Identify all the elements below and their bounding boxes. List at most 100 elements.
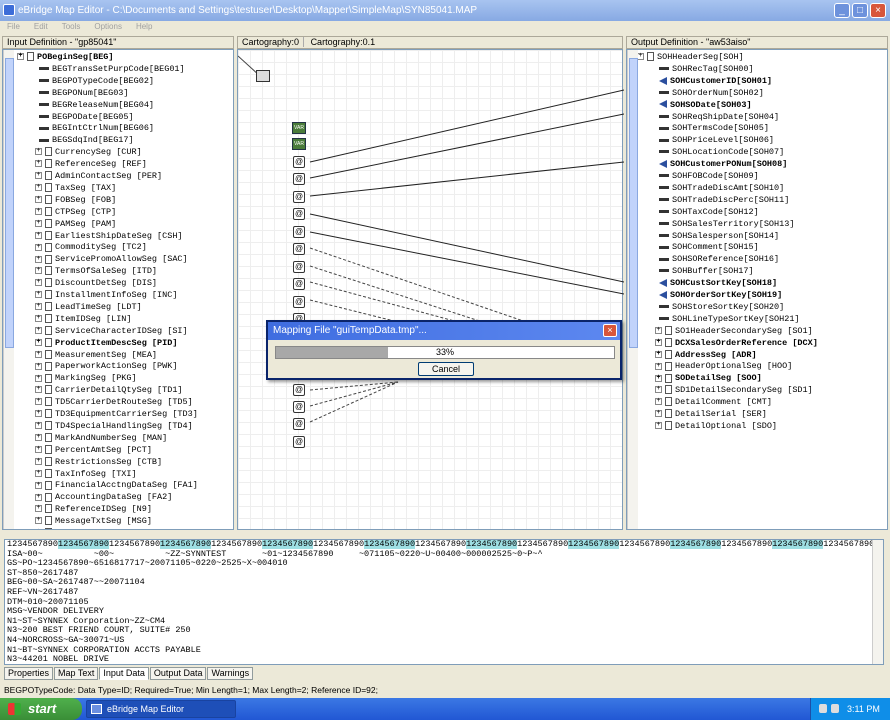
tree-item[interactable]: + MessageTxtSeg [MSG] <box>35 515 152 527</box>
tree-item[interactable]: SOHSalesTerritory[SOH13] <box>659 218 794 230</box>
function-node-icon[interactable]: @ <box>293 436 305 448</box>
tree-item[interactable]: + NameSeg [N1] <box>35 527 116 529</box>
tree-item[interactable]: + AdminContactSeg [PER] <box>35 170 162 182</box>
tree-item[interactable]: + PAMSeg [PAM] <box>35 218 116 230</box>
expand-icon[interactable]: + <box>655 374 662 382</box>
tree-item[interactable]: BEGTransSetPurpCode[BEG01] <box>39 63 185 75</box>
expand-icon[interactable]: + <box>35 303 42 311</box>
expand-icon[interactable]: + <box>35 386 42 394</box>
expand-icon[interactable]: + <box>35 434 42 442</box>
expand-icon[interactable]: + <box>35 315 42 323</box>
function-node-icon[interactable]: @ <box>293 418 305 430</box>
tree-item[interactable]: SOHFOBCode[SOH09] <box>659 170 759 182</box>
tree-item[interactable]: + PercentAmtSeg [PCT] <box>35 444 152 456</box>
function-node-icon[interactable]: @ <box>293 173 305 185</box>
tree-item[interactable]: + InstallmentInfoSeg [INC] <box>35 289 177 301</box>
expand-icon[interactable]: + <box>655 326 662 334</box>
minimize-button[interactable]: _ <box>834 3 850 18</box>
editor-scrollbar[interactable] <box>872 540 883 664</box>
tree-item[interactable]: + ServicePromoAllowSeg [SAC] <box>35 253 188 265</box>
tree-item[interactable]: + TermsOfSaleSeg [ITD] <box>35 265 157 277</box>
expand-icon[interactable]: + <box>35 207 42 215</box>
input-tree[interactable]: + POBeginSeg[BEG] BEGTransSetPurpCode[BEG0… <box>2 49 234 530</box>
expand-icon[interactable]: + <box>35 422 42 430</box>
tree-item[interactable]: SOHPriceLevel[SOH06] <box>659 134 774 146</box>
tray-icon[interactable] <box>819 704 827 713</box>
tab-cartography-0-1[interactable]: Cartography:0.1 <box>307 37 380 47</box>
expand-icon[interactable]: + <box>35 267 42 275</box>
scroll-thumb[interactable] <box>629 58 638 348</box>
expand-icon[interactable]: + <box>35 338 42 346</box>
menu-tools[interactable]: Tools <box>55 21 88 35</box>
tree-item[interactable]: SOHCustomerID[SOH01] <box>659 75 772 87</box>
expand-icon[interactable]: + <box>35 326 42 334</box>
tree-item[interactable]: BEGReleaseNum[BEG04] <box>39 99 154 111</box>
tab-properties[interactable]: Properties <box>4 667 54 680</box>
expand-icon[interactable]: + <box>637 53 644 61</box>
function-node-icon[interactable]: @ <box>293 401 305 413</box>
tree-item[interactable]: + CarrierDetailQtySeg [TD1] <box>35 384 183 396</box>
tree-item[interactable]: + ReferenceSeg [REF] <box>35 158 147 170</box>
tree-item[interactable]: BEGIntCtrlNum[BEG06] <box>39 122 154 134</box>
menu-help[interactable]: Help <box>129 21 159 35</box>
cancel-button[interactable]: Cancel <box>418 362 474 376</box>
tree-item[interactable]: + EarliestShipDateSeg [CSH] <box>35 230 183 242</box>
function-node-icon[interactable]: @ <box>293 208 305 220</box>
tree-item[interactable]: SOHRecTag[SOH00] <box>659 63 754 75</box>
expand-icon[interactable]: + <box>35 184 42 192</box>
tree-item[interactable]: + AccountingDataSeg [FA2] <box>35 491 172 503</box>
expand-icon[interactable]: + <box>35 493 42 501</box>
tree-item[interactable]: + SOHHeaderSeg[SOH] <box>637 51 744 63</box>
menu-edit[interactable]: Edit <box>27 21 55 35</box>
tree-item[interactable]: BEGPOTypeCode[BEG02] <box>39 75 154 87</box>
expand-icon[interactable]: + <box>655 350 662 358</box>
tab-cartography-0[interactable]: Cartography:0 <box>238 37 305 47</box>
tree-item[interactable]: + LeadTimeSeg [LDT] <box>35 301 142 313</box>
tree-item[interactable]: + CTPSeg [CTP] <box>35 206 116 218</box>
tree-item[interactable]: SOHTermsCode[SOH05] <box>659 122 769 134</box>
tree-item[interactable]: SOHBuffer[SOH17] <box>659 265 754 277</box>
expand-icon[interactable]: + <box>655 398 662 406</box>
expand-icon[interactable]: + <box>35 481 42 489</box>
function-node-icon[interactable]: @ <box>293 243 305 255</box>
tree-item[interactable]: BEGPODate[BEG05] <box>39 111 134 123</box>
tree-item[interactable]: + FinancialAcctngDataSeg [FA1] <box>35 479 198 491</box>
tab-warnings[interactable]: Warnings <box>207 667 254 680</box>
expand-icon[interactable]: + <box>655 422 662 430</box>
function-node-icon[interactable]: @ <box>293 191 305 203</box>
tree-item[interactable]: SOHSODate[SOH03] <box>659 99 752 111</box>
tree-item[interactable]: + ItemIDSeg [LIN] <box>35 313 132 325</box>
variable-node-icon[interactable]: VAR <box>292 122 306 134</box>
tab-input-data[interactable]: Input Data <box>99 667 149 680</box>
expand-icon[interactable]: + <box>35 219 42 227</box>
expand-icon[interactable]: + <box>655 362 662 370</box>
tree-item[interactable]: + SO1HeaderSecondarySeg [SO1] <box>655 325 813 337</box>
tree-item[interactable]: + ProductItemDescSeg [PID] <box>35 337 177 349</box>
scroll-thumb[interactable] <box>5 58 14 348</box>
taskbar-item-map-editor[interactable]: eBridge Map Editor <box>86 700 236 718</box>
expand-icon[interactable]: + <box>35 255 42 263</box>
tree-item[interactable]: SOHLineTypeSortKey[SOH21] <box>659 313 800 325</box>
tree-item[interactable]: + AddressSeg [ADR] <box>655 349 757 361</box>
tree-item[interactable]: SOHTaxCode[SOH12] <box>659 206 759 218</box>
tree-item[interactable]: + POBeginSeg[BEG] <box>17 51 114 63</box>
expand-icon[interactable]: + <box>35 160 42 168</box>
tree-item[interactable]: SOHSalesperson[SOH14] <box>659 230 779 242</box>
tree-item[interactable]: + TD5CarrierDetRouteSeg [TD5] <box>35 396 193 408</box>
tree-item[interactable]: + SODetailSeg [SOO] <box>655 372 762 384</box>
map-canvas[interactable]: VAR VAR @@@@@@@@@@@@@@@@ <box>237 49 624 530</box>
tree-item[interactable]: SOHTradeDiscAmt[SOH10] <box>659 182 784 194</box>
tree-item[interactable]: + MeasurementSeg [MEA] <box>35 349 157 361</box>
expand-icon[interactable]: + <box>35 410 42 418</box>
output-tree[interactable]: + SOHHeaderSeg[SOH] SOHRecTag[SOH00] SOHCus… <box>626 49 888 530</box>
expand-icon[interactable]: + <box>35 172 42 180</box>
tree-item[interactable]: SOHStoreSortKey[SOH20] <box>659 301 784 313</box>
tree-item[interactable]: SOHReqShipDate[SOH04] <box>659 111 779 123</box>
tree-item[interactable]: SOHSOReference[SOH16] <box>659 253 779 265</box>
tree-item[interactable]: + CurrencySeg [CUR] <box>35 146 142 158</box>
tree-item[interactable]: + DiscountDetSeg [DIS] <box>35 277 157 289</box>
expand-icon[interactable]: + <box>655 386 662 394</box>
expand-icon[interactable]: + <box>35 445 42 453</box>
expand-icon[interactable]: + <box>17 53 24 61</box>
function-node-icon[interactable]: @ <box>293 226 305 238</box>
